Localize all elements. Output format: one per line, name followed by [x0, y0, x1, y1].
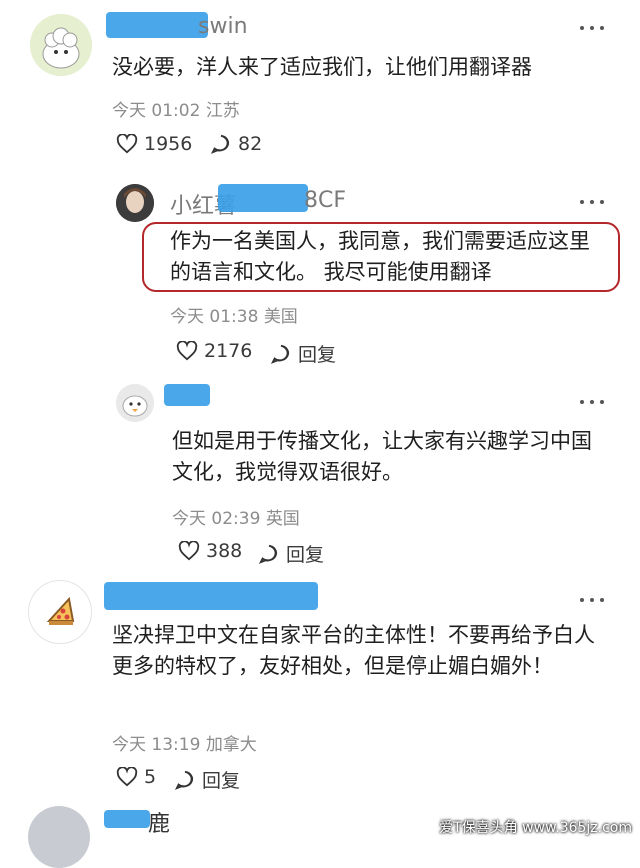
- location: 美国: [263, 307, 298, 327]
- comment-meta: 今天 13:19 加拿大: [112, 730, 257, 755]
- reply-button[interactable]: 回复: [258, 540, 324, 567]
- timestamp: 今天 02:39: [172, 509, 261, 529]
- heart-icon: [176, 341, 198, 361]
- chat-bubble-icon: [258, 544, 278, 564]
- username[interactable]: 鹿: [148, 806, 170, 838]
- chat-bubble-icon: [270, 344, 290, 364]
- reply-label: 回复: [202, 770, 241, 792]
- watermark: 爱T保喜头角 www.365jz.com: [439, 820, 632, 836]
- comment-meta: 今天 01:38 美国: [170, 302, 298, 327]
- username-suffix: 8CF: [304, 188, 347, 213]
- username[interactable]: swin: [198, 14, 248, 39]
- heart-icon: [116, 134, 138, 154]
- more-icon[interactable]: [580, 598, 604, 604]
- like-count: 388: [206, 540, 243, 562]
- reply-button[interactable]: 82: [210, 133, 262, 155]
- comment-meta: 今天 02:39 英国: [172, 504, 300, 529]
- like-button[interactable]: 388: [178, 540, 242, 562]
- timestamp: 今天 13:19: [112, 735, 201, 755]
- like-count: 1956: [144, 133, 193, 155]
- avatar[interactable]: [30, 14, 92, 76]
- reply-label: 回复: [298, 344, 337, 366]
- location: 江苏: [205, 101, 240, 121]
- reply-count: 82: [238, 133, 263, 155]
- more-icon[interactable]: [580, 26, 604, 32]
- location: 英国: [265, 509, 300, 529]
- location: 加拿大: [205, 735, 257, 755]
- comment-text: 但如是用于传播文化，让大家有兴趣学习中国文化，我觉得双语很好。: [172, 429, 592, 484]
- comment-text: 作为一名美国人，我同意，我们需要适应这里的语言和文化。 我尽可能使用翻译: [170, 229, 590, 284]
- reply-button[interactable]: 回复: [270, 340, 336, 367]
- heart-icon: [178, 541, 200, 561]
- redaction-mask: [104, 810, 150, 828]
- comment-text: 没必要，洋人来了适应我们，让他们用翻译器: [112, 55, 532, 79]
- avatar[interactable]: [28, 806, 90, 868]
- chat-bubble-icon: [210, 134, 230, 154]
- redaction-mask: [164, 384, 210, 406]
- reply-button[interactable]: 回复: [174, 766, 240, 793]
- comment-meta: 今天 01:02 江苏: [112, 96, 240, 121]
- like-button[interactable]: 2176: [176, 340, 252, 362]
- redaction-mask: [218, 184, 308, 212]
- heart-icon: [116, 767, 138, 787]
- avatar[interactable]: [116, 384, 154, 422]
- reply-label: 回复: [286, 544, 325, 566]
- like-count: 5: [144, 766, 157, 788]
- avatar[interactable]: [116, 184, 154, 222]
- redaction-mask: [106, 12, 208, 38]
- more-icon[interactable]: [580, 200, 604, 206]
- more-icon[interactable]: [580, 400, 604, 406]
- timestamp: 今天 01:02: [112, 101, 201, 121]
- like-button[interactable]: 1956: [116, 133, 192, 155]
- like-button[interactable]: 5: [116, 766, 156, 788]
- like-count: 2176: [204, 340, 253, 362]
- avatar[interactable]: [28, 580, 92, 644]
- redaction-mask: [104, 582, 318, 610]
- comment-text: 坚决捍卫中文在自家平台的主体性！不要再给予白人更多的特权了，友好相处，但是停止媚…: [112, 623, 595, 678]
- chat-bubble-icon: [174, 770, 194, 790]
- timestamp: 今天 01:38: [170, 307, 259, 327]
